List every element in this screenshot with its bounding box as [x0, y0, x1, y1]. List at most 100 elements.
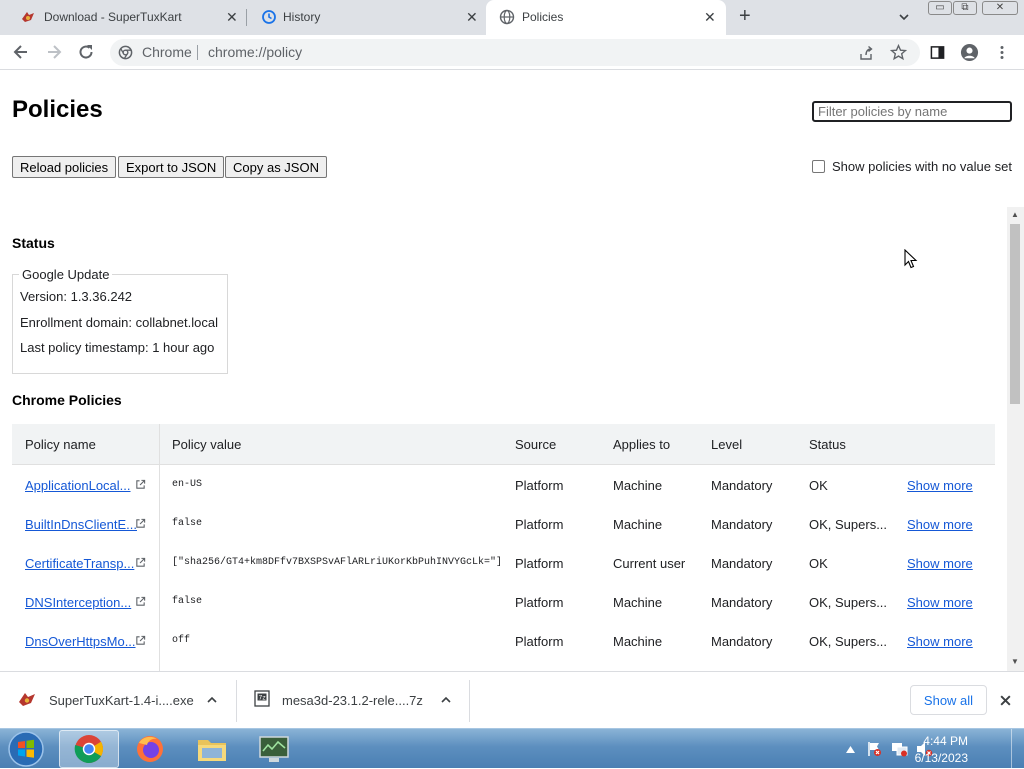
table-row: CertificateTransp... ["sha256/GT4+km8DFf… — [12, 543, 995, 582]
chrome-policies-heading: Chrome Policies — [12, 392, 122, 408]
tab-title: History — [283, 10, 321, 24]
side-panel-icon[interactable] — [930, 45, 945, 60]
filter-policies-input[interactable] — [812, 101, 1012, 122]
close-download-bar-icon[interactable] — [999, 694, 1012, 707]
policy-applies-to: Machine — [613, 595, 663, 610]
tab-history[interactable]: History ✕ — [247, 0, 486, 35]
policy-applies-to: Machine — [613, 478, 663, 493]
show-all-downloads-button[interactable]: Show all — [910, 685, 987, 715]
restore-button[interactable]: ⧉ — [953, 1, 977, 15]
folder-app-icon — [198, 740, 226, 761]
taskbar-app-button[interactable] — [245, 730, 305, 768]
show-unset-checkbox[interactable] — [812, 160, 825, 173]
chrome-app-icon — [74, 735, 103, 763]
history-icon — [262, 10, 276, 24]
chrome-logo-icon — [118, 45, 133, 60]
forward-arrow-icon[interactable] — [44, 42, 64, 62]
policy-level: Mandatory — [711, 556, 773, 571]
show-desktop-button[interactable] — [1011, 729, 1024, 769]
tab-close-icon[interactable]: ✕ — [704, 9, 716, 26]
status-policy-timestamp: Last policy timestamp: 1 hour ago — [20, 340, 215, 355]
status-heading: Status — [12, 235, 55, 251]
policy-name-link[interactable]: DNSInterception... — [25, 595, 131, 610]
show-more-link[interactable]: Show more — [907, 595, 973, 610]
taskbar-file-explorer-button[interactable] — [183, 730, 243, 768]
download-options-chevron-up-icon[interactable] — [440, 695, 452, 705]
omnibox-divider — [197, 45, 198, 60]
show-more-link[interactable]: Show more — [907, 517, 973, 532]
share-icon[interactable] — [858, 45, 874, 61]
tab-close-icon[interactable]: ✕ — [466, 9, 478, 26]
policy-name-link[interactable]: ApplicationLocal... — [25, 478, 131, 493]
show-more-link[interactable]: Show more — [907, 634, 973, 649]
download-item[interactable]: 7z mesa3d-23.1.2-rele....7z — [237, 672, 469, 729]
omnibox-site-name: Chrome — [142, 44, 192, 60]
scrollbar-thumb[interactable] — [1010, 224, 1020, 404]
status-version: Version: 1.3.36.242 — [20, 289, 133, 304]
page-scrollbar[interactable]: ▲ ▼ — [1007, 207, 1024, 671]
show-unset-label: Show policies with no value set — [832, 159, 1012, 174]
policy-name-link[interactable]: BuiltInDnsClientE... — [25, 517, 137, 532]
mouse-cursor-icon — [904, 249, 918, 269]
policy-status: OK — [809, 478, 828, 493]
taskbar-firefox-button[interactable] — [121, 730, 181, 768]
minimize-button[interactable]: ▭ — [928, 1, 952, 15]
taskbar-clock-date[interactable]: 6/13/2023 — [915, 751, 968, 765]
open-external-icon[interactable] — [135, 518, 146, 529]
tab-policies[interactable]: Policies ✕ — [486, 0, 726, 35]
policy-level: Mandatory — [711, 595, 773, 610]
network-icon[interactable] — [891, 741, 908, 757]
table-row: BuiltInDnsClientE... false Platform Mach… — [12, 504, 995, 543]
show-hidden-icons-chevron-up-icon[interactable] — [846, 746, 855, 753]
show-unset-policies-option[interactable]: Show policies with no value set — [812, 159, 1012, 174]
tab-search-chevron-down-icon[interactable] — [898, 11, 910, 23]
status-group-legend: Google Update — [19, 267, 113, 282]
show-more-link[interactable]: Show more — [907, 556, 973, 571]
policy-value: off — [172, 635, 191, 646]
action-center-flag-icon[interactable] — [866, 741, 882, 757]
policy-source: Platform — [515, 556, 564, 571]
policy-source: Platform — [515, 517, 564, 532]
export-json-button[interactable]: Export to JSON — [118, 156, 225, 178]
header-level: Level — [711, 437, 743, 452]
bookmark-star-icon[interactable] — [890, 44, 907, 61]
open-external-icon[interactable] — [135, 596, 146, 607]
policy-status: OK — [809, 556, 828, 571]
new-tab-button[interactable]: + — [739, 5, 751, 28]
taskbar-clock-time[interactable]: 4:44 PM — [923, 734, 968, 748]
scroll-up-arrow-icon[interactable]: ▲ — [1011, 210, 1019, 219]
download-filename: SuperTuxKart-1.4-i....exe — [49, 693, 194, 708]
back-arrow-icon[interactable] — [11, 42, 31, 62]
reload-policies-button[interactable]: Reload policies — [12, 156, 117, 178]
svg-text:7z: 7z — [259, 695, 266, 702]
supertuxkart-favicon-icon — [22, 12, 34, 22]
policy-value: ["sha256/GT4+km8DFfv7BXSPSvAFlARLriUKorK… — [172, 557, 503, 568]
open-external-icon[interactable] — [135, 479, 146, 490]
download-options-chevron-up-icon[interactable] — [206, 695, 218, 705]
windows-start-button-icon[interactable] — [6, 730, 46, 768]
close-window-button[interactable]: ✕ — [982, 1, 1018, 15]
download-item[interactable]: SuperTuxKart-1.4-i....exe — [0, 672, 236, 729]
tab-download-supertuxkart[interactable]: Download - SuperTuxKart ✕ — [0, 0, 246, 35]
taskbar-chrome-button[interactable] — [59, 730, 119, 768]
tab-strip: Download - SuperTuxKart ✕ History ✕ Poli… — [0, 0, 1024, 35]
monitor-app-icon — [259, 736, 289, 762]
firefox-app-icon — [137, 736, 163, 762]
header-status: Status — [809, 437, 846, 452]
tab-close-icon[interactable]: ✕ — [226, 9, 238, 26]
copy-json-button[interactable]: Copy as JSON — [225, 156, 327, 178]
table-row: ApplicationLocal... en-US Platform Machi… — [12, 465, 995, 504]
reload-icon[interactable] — [76, 42, 96, 62]
open-external-icon[interactable] — [135, 635, 146, 646]
table-row: DNSInterception... false Platform Machin… — [12, 582, 995, 621]
policy-name-link[interactable]: DnsOverHttpsMo... — [25, 634, 136, 649]
policy-level: Mandatory — [711, 634, 773, 649]
scroll-down-arrow-icon[interactable]: ▼ — [1011, 657, 1019, 666]
omnibox-url[interactable]: chrome://policy — [208, 44, 302, 60]
policy-name-link[interactable]: CertificateTransp... — [25, 556, 134, 571]
menu-kebab-icon[interactable] — [996, 44, 1008, 61]
show-more-link[interactable]: Show more — [907, 478, 973, 493]
open-external-icon[interactable] — [135, 557, 146, 568]
policy-applies-to: Machine — [613, 634, 663, 649]
profile-avatar-icon[interactable] — [960, 43, 979, 62]
